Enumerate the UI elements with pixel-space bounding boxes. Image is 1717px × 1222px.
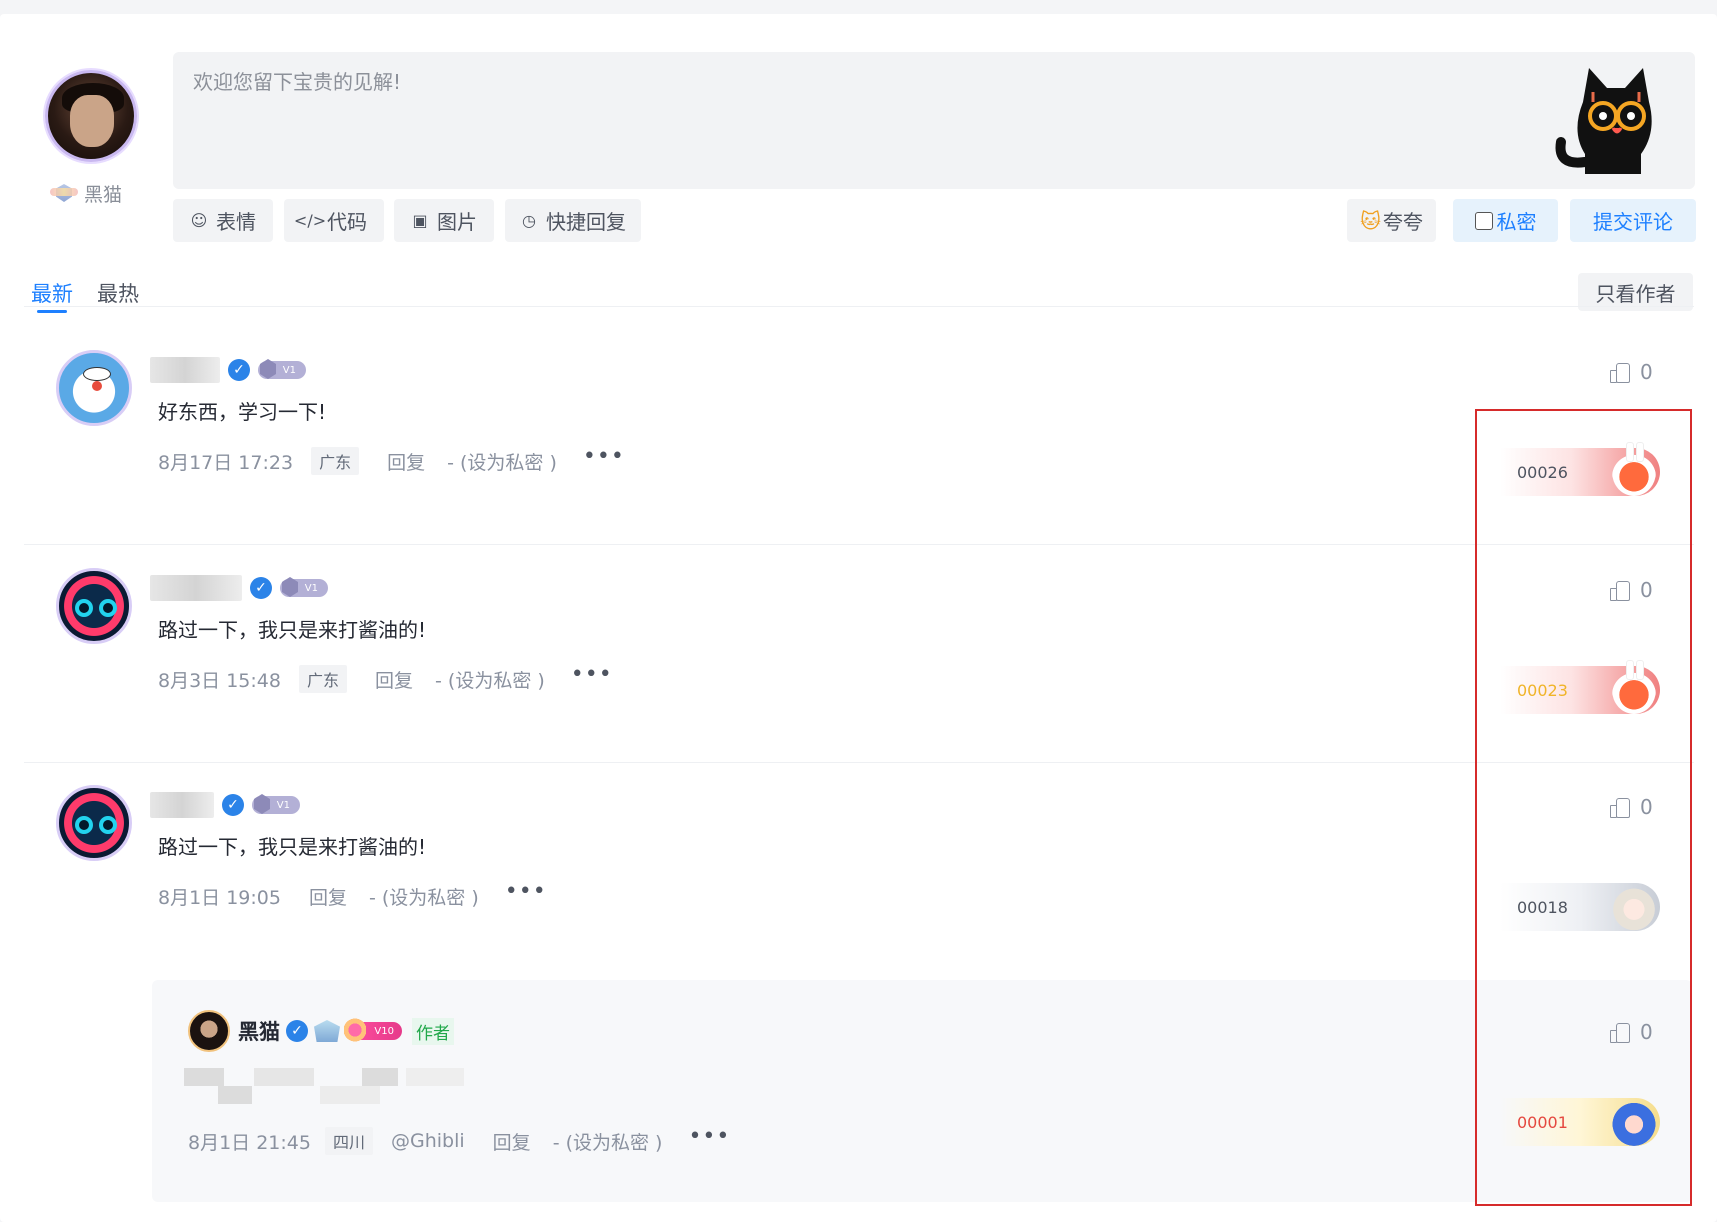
emoji-button[interactable]: ☺ 表情 [173, 199, 273, 242]
avatar-eye-left [75, 816, 93, 834]
commenter-name-row: ✓ V1 [150, 350, 306, 390]
comment-meta: 8月3日 15:48 广东 回复 - (设为私密 ) ••• [158, 664, 613, 694]
verified-icon: ✓ [286, 1020, 308, 1042]
commenter-name-row: ✓ V1 [150, 568, 328, 608]
reply-author-avatar[interactable] [188, 1010, 230, 1052]
code-icon: </> [293, 211, 327, 230]
tab-latest[interactable]: 最新 [31, 278, 73, 313]
comment-placeholder: 欢迎您留下宝贵的见解! [193, 70, 402, 94]
current-user-name: 黑猫 [50, 180, 122, 206]
set-private-link[interactable]: - (设为私密 ) [435, 666, 545, 693]
verified-icon: ✓ [250, 577, 272, 599]
comment-text: 路过一下，我只是来打酱油的! [158, 618, 427, 642]
commenter-avatar[interactable] [56, 785, 132, 861]
more-options-icon[interactable]: ••• [571, 664, 613, 686]
thumbs-up-icon [1610, 362, 1630, 383]
image-icon: ▣ [412, 211, 428, 230]
image-button-label: 图片 [437, 210, 477, 234]
commenter-name-row: ✓ V1 [150, 785, 300, 825]
crest-badge-icon [314, 1020, 340, 1042]
commenter-name-blurred[interactable] [150, 575, 242, 601]
location-tag: 四川 [324, 1127, 373, 1155]
avatar-eyes [83, 367, 111, 381]
comment-text: 路过一下，我只是来打酱油的! [158, 835, 427, 859]
level-badge: V1 [280, 579, 328, 597]
current-user-name-label: 黑猫 [84, 183, 123, 206]
verified-icon: ✓ [228, 359, 250, 381]
author-reply: 黑猫 ✓ V10 作者 8月1日 21:45 四川 @Ghibli 回复 - (… [152, 980, 1692, 1202]
comment-time: 8月3日 15:48 [158, 669, 281, 692]
location-tag: 广东 [311, 447, 360, 475]
cat-face-icon: 🐱 [1360, 208, 1381, 233]
comment-textarea[interactable]: 欢迎您留下宝贵的见解! [173, 52, 1695, 189]
comment-divider [24, 544, 1694, 545]
level-badge: V1 [252, 796, 300, 814]
emoji-button-label: 表情 [216, 210, 256, 234]
quick-reply-button-label: 快捷回复 [546, 210, 626, 234]
avatar-face [70, 95, 114, 147]
comment-divider [24, 762, 1694, 763]
kuakua-button[interactable]: 🐱 夸夸 [1347, 199, 1436, 242]
commenter-name-blurred[interactable] [150, 357, 220, 383]
avatar-eye-right [99, 599, 117, 617]
image-button[interactable]: ▣ 图片 [394, 199, 494, 242]
comment-panel: 黑猫 欢迎您留下宝贵的见解! ☺ 表情 </> 代码 ▣ 图片 ◷ 快捷回复 🐱… [0, 14, 1717, 1222]
avatar-eye-left [75, 599, 93, 617]
avatar-eye-right [99, 816, 117, 834]
reply-author-name[interactable]: 黑猫 [238, 1016, 280, 1046]
comment-meta: 8月1日 19:05 回复 - (设为私密 ) ••• [158, 881, 547, 911]
level-badge: V1 [258, 361, 306, 379]
tabs-divider [24, 306, 1694, 307]
verified-icon: ✓ [222, 794, 244, 816]
code-button-label: 代码 [327, 210, 367, 234]
highlight-box [1475, 409, 1692, 1206]
level-badge: V10 [344, 1018, 402, 1042]
commenter-avatar[interactable] [56, 350, 132, 426]
commenter-name-blurred[interactable] [150, 792, 214, 818]
more-options-icon[interactable]: ••• [688, 1126, 730, 1148]
kuakua-label: 夸夸 [1382, 210, 1423, 234]
private-toggle[interactable]: 私密 [1453, 199, 1558, 242]
submit-comment-label: 提交评论 [1593, 210, 1673, 234]
quick-reply-button[interactable]: ◷ 快捷回复 [505, 199, 641, 242]
submit-comment-button[interactable]: 提交评论 [1570, 199, 1696, 242]
code-button[interactable]: </> 代码 [284, 199, 384, 242]
set-private-link[interactable]: - (设为私密 ) [447, 448, 557, 475]
reply-button[interactable]: 回复 [375, 666, 413, 693]
author-tag: 作者 [412, 1017, 454, 1045]
comment-time: 8月17日 17:23 [158, 451, 294, 474]
set-private-link[interactable]: - (设为私密 ) [369, 883, 479, 910]
private-label: 私密 [1496, 210, 1537, 234]
reply-button[interactable]: 回复 [387, 448, 425, 475]
mention-link[interactable]: @Ghibli [391, 1130, 465, 1152]
reply-author-name-row: 黑猫 ✓ V10 作者 [238, 1016, 454, 1046]
location-tag: 广东 [298, 665, 347, 693]
reply-button[interactable]: 回复 [309, 883, 347, 910]
reply-time: 8月1日 21:45 [188, 1131, 311, 1154]
quick-reply-icon: ◷ [522, 211, 536, 230]
like-button[interactable]: 0 [1610, 360, 1653, 384]
comment-meta: 8月17日 17:23 广东 回复 - (设为私密 ) ••• [158, 446, 625, 476]
current-user-avatar[interactable] [45, 70, 137, 162]
more-options-icon[interactable]: ••• [505, 881, 547, 903]
like-count: 0 [1640, 360, 1653, 384]
avatar-nose [92, 381, 102, 391]
user-crest-badge-icon [50, 182, 78, 204]
more-options-icon[interactable]: ••• [583, 446, 625, 468]
reply-button[interactable]: 回复 [493, 1128, 531, 1155]
smile-icon: ☺ [190, 211, 208, 230]
reply-meta: 8月1日 21:45 四川 @Ghibli 回复 - (设为私密 ) ••• [188, 1126, 730, 1156]
black-cat-mascot-icon [1555, 68, 1652, 174]
tab-hot[interactable]: 最热 [97, 278, 139, 308]
set-private-link[interactable]: - (设为私密 ) [553, 1128, 663, 1155]
reply-text-blurred [184, 1068, 464, 1104]
comment-text: 好东西，学习一下! [158, 400, 327, 424]
comment-time: 8月1日 19:05 [158, 886, 281, 909]
commenter-avatar[interactable] [56, 568, 132, 644]
private-checkbox[interactable] [1474, 211, 1493, 230]
